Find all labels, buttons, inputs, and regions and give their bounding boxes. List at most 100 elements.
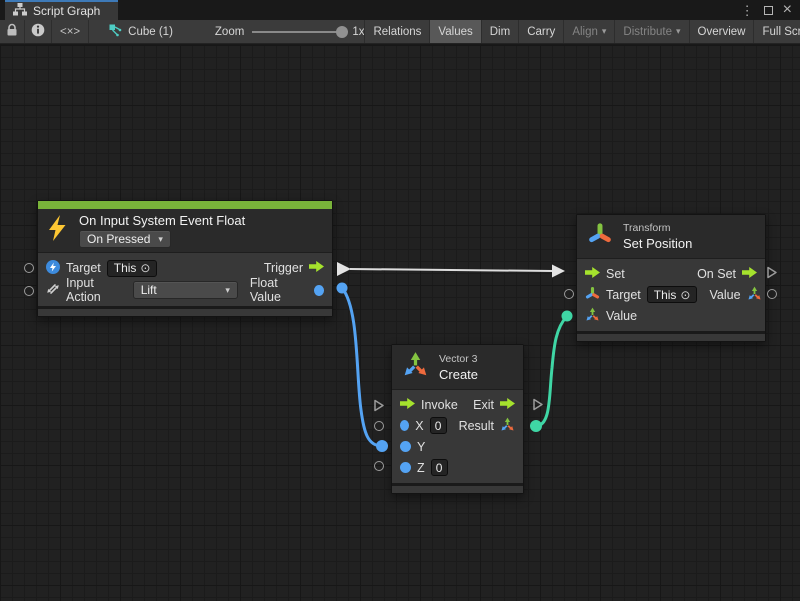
vector3-icon[interactable]	[747, 286, 762, 304]
info-icon	[31, 23, 45, 40]
wire-trigger-to-set[interactable]	[350, 269, 553, 271]
vector3-icon[interactable]	[500, 417, 515, 435]
chevron-down-icon: ▾	[602, 26, 607, 37]
exit-label: Exit	[473, 398, 494, 412]
vector3-icon[interactable]	[585, 307, 600, 325]
transform-icon	[587, 221, 613, 252]
flow-arrow-icon[interactable]	[742, 267, 757, 281]
input-action-label: Input Action	[66, 276, 127, 304]
node-vector3-create[interactable]: Vector 3 Create Invoke Exit X 0	[391, 344, 524, 494]
full-screen-button[interactable]: Full Screen	[754, 20, 800, 43]
code-preview-button[interactable]: <×>	[52, 20, 89, 43]
input-action-icon	[46, 282, 60, 299]
target-row: Target This ⊙ Value	[577, 284, 765, 305]
dim-button[interactable]: Dim	[482, 20, 519, 43]
align-dropdown[interactable]: Align▾	[564, 20, 615, 43]
graph-toolbar: <×> Cube (1) Zoom 1x Relations Values Di…	[0, 20, 800, 44]
invoke-input-port[interactable]	[373, 399, 385, 412]
node-on-input-system-event-float[interactable]: On Input System Event Float On Pressed ▾…	[37, 200, 333, 317]
relations-button[interactable]: Relations	[364, 20, 430, 43]
transform-value-output-port[interactable]	[767, 289, 777, 299]
floatvalue-output-port[interactable]	[337, 283, 348, 294]
set-label: Set	[606, 267, 625, 281]
event-target-object-chip[interactable]: This ⊙	[107, 260, 158, 277]
zoom-slider[interactable]	[252, 31, 344, 33]
node-footer	[38, 306, 332, 316]
input-system-event-icon	[46, 260, 60, 277]
y-row: Y	[392, 436, 523, 457]
chevron-down-icon: ▾	[225, 285, 230, 296]
node-title: Create	[439, 367, 478, 382]
flow-arrow-icon[interactable]	[400, 398, 415, 412]
node-title: Set Position	[623, 236, 692, 251]
node-footer	[577, 331, 765, 341]
set-row: Set On Set	[577, 263, 765, 284]
values-button[interactable]: Values	[430, 20, 481, 43]
overview-button[interactable]: Overview	[690, 20, 755, 43]
tab-label: Script Graph	[33, 4, 100, 18]
transform-icon	[585, 286, 600, 304]
event-target-input-port[interactable]	[24, 263, 34, 273]
graph-target-button[interactable]: Cube (1)	[101, 20, 181, 43]
x-value-field[interactable]: 0	[430, 417, 447, 434]
value-out-label: Value	[709, 288, 740, 302]
invoke-row: Invoke Exit	[392, 394, 523, 415]
result-label: Result	[459, 419, 494, 433]
flow-arrow-icon[interactable]	[309, 261, 324, 275]
maximize-icon[interactable]	[764, 6, 773, 15]
graph-target-label: Cube (1)	[128, 26, 173, 38]
kebab-menu-icon[interactable]: ⋮	[741, 4, 754, 17]
close-icon[interactable]: ×	[783, 2, 792, 18]
event-input-action-row: Input Action Lift ▾ Float Value	[38, 279, 332, 301]
trigger-label: Trigger	[264, 261, 303, 275]
event-mode-dropdown[interactable]: On Pressed ▾	[79, 230, 171, 248]
lightning-bolt-icon	[48, 215, 67, 247]
y-input-port[interactable]	[400, 441, 411, 452]
z-input-outer-port[interactable]	[374, 461, 384, 471]
flow-arrow-icon[interactable]	[500, 398, 515, 412]
zoom-control: Zoom 1x	[215, 20, 365, 43]
zoom-slider-thumb[interactable]	[336, 26, 348, 38]
node-title: On Input System Event Float	[79, 213, 245, 228]
vector3-icon	[402, 351, 429, 383]
graph-hierarchy-icon	[13, 3, 27, 19]
exit-output-port[interactable]	[532, 398, 544, 411]
info-button[interactable]	[25, 20, 52, 43]
lock-button[interactable]	[0, 20, 25, 43]
node-subtitle: Transform	[623, 222, 692, 234]
result-output-port-connected[interactable]	[530, 420, 542, 432]
x-label: X	[415, 419, 423, 433]
y-input-port-connected[interactable]	[376, 440, 388, 452]
event-color-strip	[38, 201, 332, 209]
x-input-port[interactable]	[400, 420, 409, 431]
z-input-port[interactable]	[400, 462, 411, 473]
float-value-port[interactable]	[314, 285, 324, 296]
object-picker-icon: ⊙	[680, 288, 690, 302]
transform-target-input-port[interactable]	[564, 289, 574, 299]
script-graph-asset-icon	[109, 24, 122, 40]
value-row: Value	[577, 305, 765, 326]
z-value-field[interactable]: 0	[431, 459, 448, 476]
invoke-label: Invoke	[421, 398, 458, 412]
lock-icon	[6, 23, 18, 40]
transform-target-object-chip[interactable]: This ⊙	[647, 286, 698, 303]
carry-button[interactable]: Carry	[519, 20, 564, 43]
zoom-label: Zoom	[215, 26, 244, 38]
onset-output-port[interactable]	[766, 266, 778, 279]
z-row: Z 0	[392, 457, 523, 478]
graph-canvas[interactable]: On Input System Event Float On Pressed ▾…	[0, 45, 800, 601]
x-input-outer-port[interactable]	[374, 421, 384, 431]
input-action-dropdown[interactable]: Lift ▾	[133, 281, 238, 299]
float-value-label: Float Value	[250, 276, 308, 304]
on-set-label: On Set	[697, 267, 736, 281]
node-transform-set-position[interactable]: Transform Set Position Set On Set	[576, 214, 766, 342]
event-inputaction-input-port[interactable]	[24, 286, 34, 296]
flow-arrow-icon[interactable]	[585, 267, 600, 281]
tab-script-graph[interactable]: Script Graph	[5, 0, 118, 20]
chevron-down-icon: ▾	[676, 26, 681, 37]
distribute-dropdown[interactable]: Distribute▾	[615, 20, 689, 43]
value-input-port-connected[interactable]	[562, 311, 573, 322]
y-label: Y	[417, 440, 425, 454]
object-picker-icon: ⊙	[140, 261, 150, 275]
trigger-output-port[interactable]	[337, 262, 351, 276]
